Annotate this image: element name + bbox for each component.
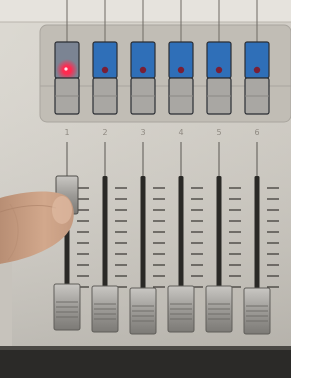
select-led-5 [215,66,223,74]
channel-number-5: 5 [216,128,221,137]
select-led-3 [139,66,147,74]
select-led-4 [177,66,185,74]
channel-number-3: 3 [140,128,145,137]
bottom-edge [0,346,291,378]
select-led-2 [101,66,109,74]
channel-number-2: 2 [102,128,107,137]
select-led-6 [253,66,261,74]
channel-number-4: 4 [178,128,183,137]
lighting-console-photo: 1 2 3 4 5 6 [0,0,291,378]
top-trim [0,0,291,22]
channel-number-1: 1 [64,128,69,137]
channel-number-6: 6 [254,128,259,137]
